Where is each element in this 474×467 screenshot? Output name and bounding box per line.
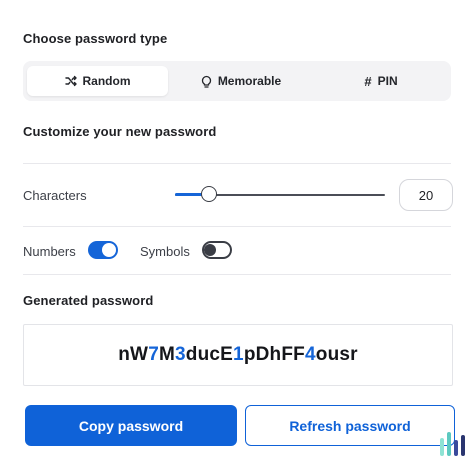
divider	[23, 226, 451, 227]
copy-password-button[interactable]: Copy password	[25, 405, 237, 446]
tab-pin[interactable]: # PIN	[311, 66, 451, 96]
numbers-toggle[interactable]	[88, 241, 118, 259]
symbols-toggle[interactable]	[202, 241, 232, 259]
characters-label: Characters	[23, 188, 87, 203]
divider	[23, 163, 451, 164]
password-digit: 1	[233, 344, 244, 365]
tab-memorable-label: Memorable	[217, 74, 282, 88]
tab-random[interactable]: Random	[27, 66, 168, 96]
hash-icon: #	[364, 73, 372, 89]
brand-logo-icon	[438, 428, 466, 460]
password-text: M	[158, 344, 175, 365]
toggle-knob	[204, 244, 216, 256]
password-text: ducE	[185, 344, 234, 365]
password-digit: 4	[304, 344, 316, 365]
lightbulb-icon	[201, 75, 212, 88]
tab-pin-label: PIN	[377, 74, 398, 88]
toggle-knob	[102, 243, 116, 257]
password-digit: 7	[148, 344, 159, 365]
password-type-selector: Random Memorable # PIN	[23, 61, 451, 101]
shuffle-icon	[64, 75, 77, 87]
password-type-title: Choose password type	[23, 31, 168, 46]
divider	[23, 274, 451, 275]
customize-title: Customize your new password	[23, 124, 217, 139]
password-digit: 3	[175, 344, 186, 365]
tab-random-label: Random	[82, 74, 131, 88]
symbols-label: Symbols	[140, 244, 190, 259]
generated-password-display: nW 7 M 3 ducE 1 pDhFF 4 ousr	[23, 324, 453, 386]
characters-count-input[interactable]: 20	[399, 179, 453, 211]
numbers-label: Numbers	[23, 244, 76, 259]
password-text: ousr	[315, 344, 358, 365]
password-text: nW	[118, 344, 149, 365]
password-text: pDhFF	[243, 344, 305, 365]
characters-slider-handle[interactable]	[200, 186, 217, 202]
generated-password-title: Generated password	[23, 293, 154, 308]
refresh-password-button[interactable]: Refresh password	[245, 405, 455, 446]
tab-memorable[interactable]: Memorable	[171, 66, 311, 96]
